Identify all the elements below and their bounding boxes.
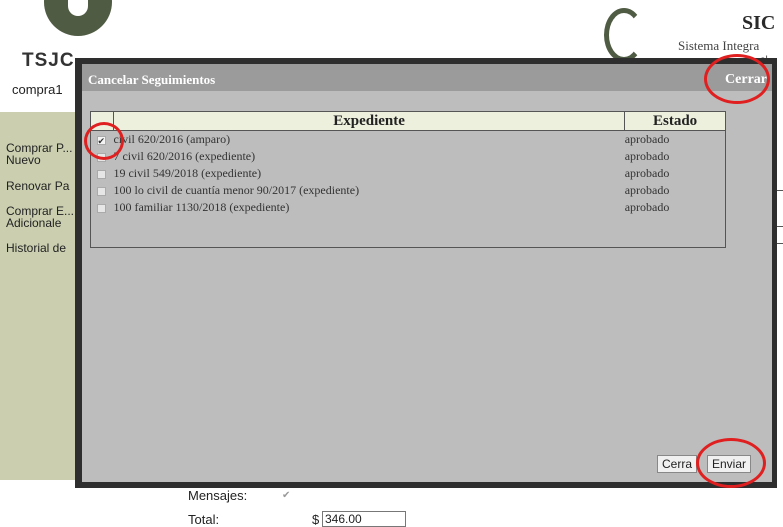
estado-cell: aprobado xyxy=(624,200,670,214)
row-select-cell xyxy=(91,148,114,165)
sic-subtitle: Sistema Integra xyxy=(678,38,760,53)
row-select-cell xyxy=(91,165,114,182)
table-row: 100 familiar 1130/2018 (expediente) aprob… xyxy=(91,199,726,216)
messages-checkbox[interactable]: ✔ xyxy=(282,490,291,501)
cancel-tracking-dialog: Cancelar Seguimientos Cerrar Expediente … xyxy=(75,58,777,488)
expediente-cell: 100 lo civil de cuantía menor 90/2017 (e… xyxy=(113,183,360,197)
dialog-title: Cancelar Seguimientos xyxy=(88,72,216,87)
user-label: compra1 xyxy=(12,82,63,97)
total-currency: $ xyxy=(312,512,320,527)
table-row: 19 civil 549/2018 (expediente) aprobado xyxy=(91,165,726,182)
expediente-cell: 7 civil 620/2016 (expediente) xyxy=(113,149,256,163)
sic-title: SIC xyxy=(742,12,776,34)
total-input[interactable]: 346.00 xyxy=(322,511,406,527)
column-header-estado: Estado xyxy=(624,111,726,131)
row-checkbox[interactable]: ✔ xyxy=(96,135,106,145)
expediente-cell: 100 familiar 1130/2018 (expediente) xyxy=(113,200,290,214)
table-row: 7 civil 620/2016 (expediente) aprobado xyxy=(91,148,726,165)
row-checkbox[interactable] xyxy=(96,152,106,162)
column-header-expediente: Expediente xyxy=(112,111,626,131)
row-checkbox[interactable] xyxy=(96,169,106,179)
table-row: 100 lo civil de cuantía menor 90/2017 (e… xyxy=(91,182,726,199)
tsjc-logo xyxy=(44,0,112,36)
row-select-cell xyxy=(91,182,114,199)
estado-cell: aprobado xyxy=(624,132,670,146)
row-select-cell xyxy=(91,199,114,216)
expediente-cell: civil 620/2016 (amparo) xyxy=(113,132,231,146)
send-button[interactable]: Enviar xyxy=(707,455,752,473)
messages-label: Mensajes: xyxy=(188,488,248,503)
total-label: Total: xyxy=(188,512,220,527)
dialog-body: Expediente Estado ✔ civil 620/2016 (ampar… xyxy=(82,91,772,482)
estado-cell: aprobado xyxy=(624,166,670,180)
sidebar xyxy=(0,112,82,480)
estado-cell: aprobado xyxy=(624,149,670,163)
row-select-cell: ✔ xyxy=(91,131,114,149)
select-column-header xyxy=(90,111,114,131)
org-abbr: TSJC xyxy=(22,50,75,71)
row-checkbox[interactable] xyxy=(96,186,106,196)
cancel-button[interactable]: Cerra xyxy=(657,455,698,473)
expediente-cell: 19 civil 549/2018 (expediente) xyxy=(113,166,262,180)
table-row: ✔ civil 620/2016 (amparo) aprobado xyxy=(91,131,726,149)
sic-logo xyxy=(604,8,644,62)
dialog-header: Cancelar Seguimientos Cerrar xyxy=(82,64,772,91)
row-checkbox[interactable] xyxy=(96,203,106,213)
estado-cell: aprobado xyxy=(624,183,670,197)
close-link[interactable]: Cerrar xyxy=(725,72,767,88)
expedientes-table: Expediente Estado ✔ civil 620/2016 (ampar… xyxy=(90,111,726,216)
